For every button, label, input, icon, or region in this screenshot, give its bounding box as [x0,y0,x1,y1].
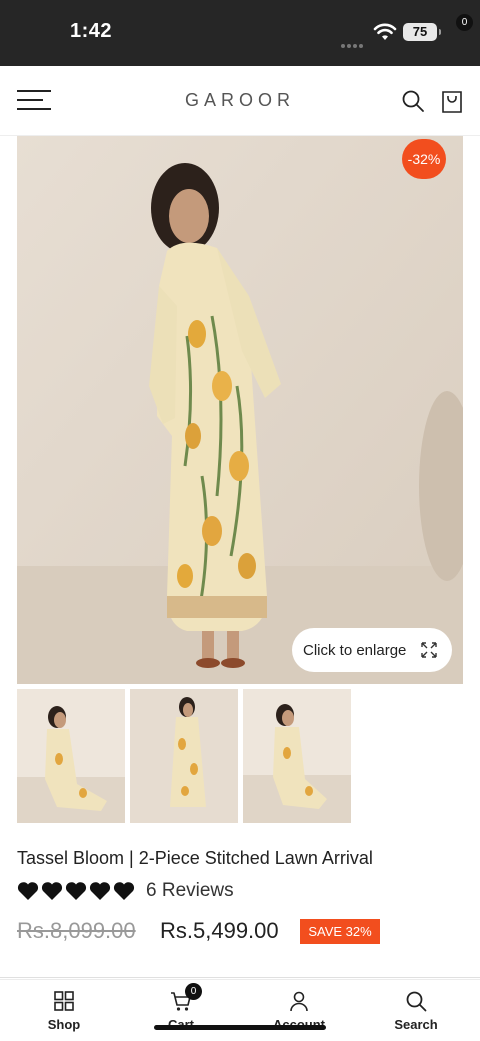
enlarge-label: Click to enlarge [303,642,407,659]
user-icon [290,991,308,1012]
expand-icon [421,642,437,658]
shopping-bag-icon[interactable] [440,88,464,114]
heart-rating-icon [65,882,87,900]
bottom-navigation: Shop Cart Account Search [0,979,480,1041]
nav-cart-badge: 0 [185,983,202,1000]
signal-icon [341,35,367,48]
discount-badge: -32% [402,139,446,179]
status-time: 1:42 [70,20,113,42]
original-price: Rs.8,099.00 [17,918,136,943]
nav-search-label: Search [394,1017,438,1032]
save-badge: SAVE 32% [300,919,380,944]
status-bar: 1:42 75 [0,0,480,66]
sale-price: Rs.5,499.00 [160,918,279,943]
reviews-link[interactable]: 6 Reviews [146,880,234,902]
click-to-enlarge-button[interactable]: Click to enlarge [292,628,452,672]
nav-shop[interactable]: Shop [19,980,109,1035]
heart-rating-icon [17,882,39,900]
heart-rating-icon [89,882,111,900]
heart-rating-icon [41,882,63,900]
battery-indicator: 75 [403,23,441,41]
nav-shop-label: Shop [47,1017,81,1032]
product-title: Tassel Bloom | 2-Piece Stitched Lawn Arr… [17,848,373,868]
product-thumbnail-2[interactable] [130,689,238,823]
product-thumbnail-1[interactable] [17,689,125,823]
heart-rating-icon [113,882,135,900]
site-header: GAROOR [0,66,480,136]
search-icon[interactable] [401,89,425,113]
home-indicator [154,1025,326,1030]
search-icon [406,991,427,1012]
cart-count-badge: 0 [456,14,473,31]
product-main-image[interactable] [17,136,463,684]
product-thumbnail-3[interactable] [243,689,351,823]
nav-search[interactable]: Search [371,980,461,1035]
section-divider [0,977,480,978]
wifi-icon [373,23,397,40]
grid-icon [54,991,74,1011]
